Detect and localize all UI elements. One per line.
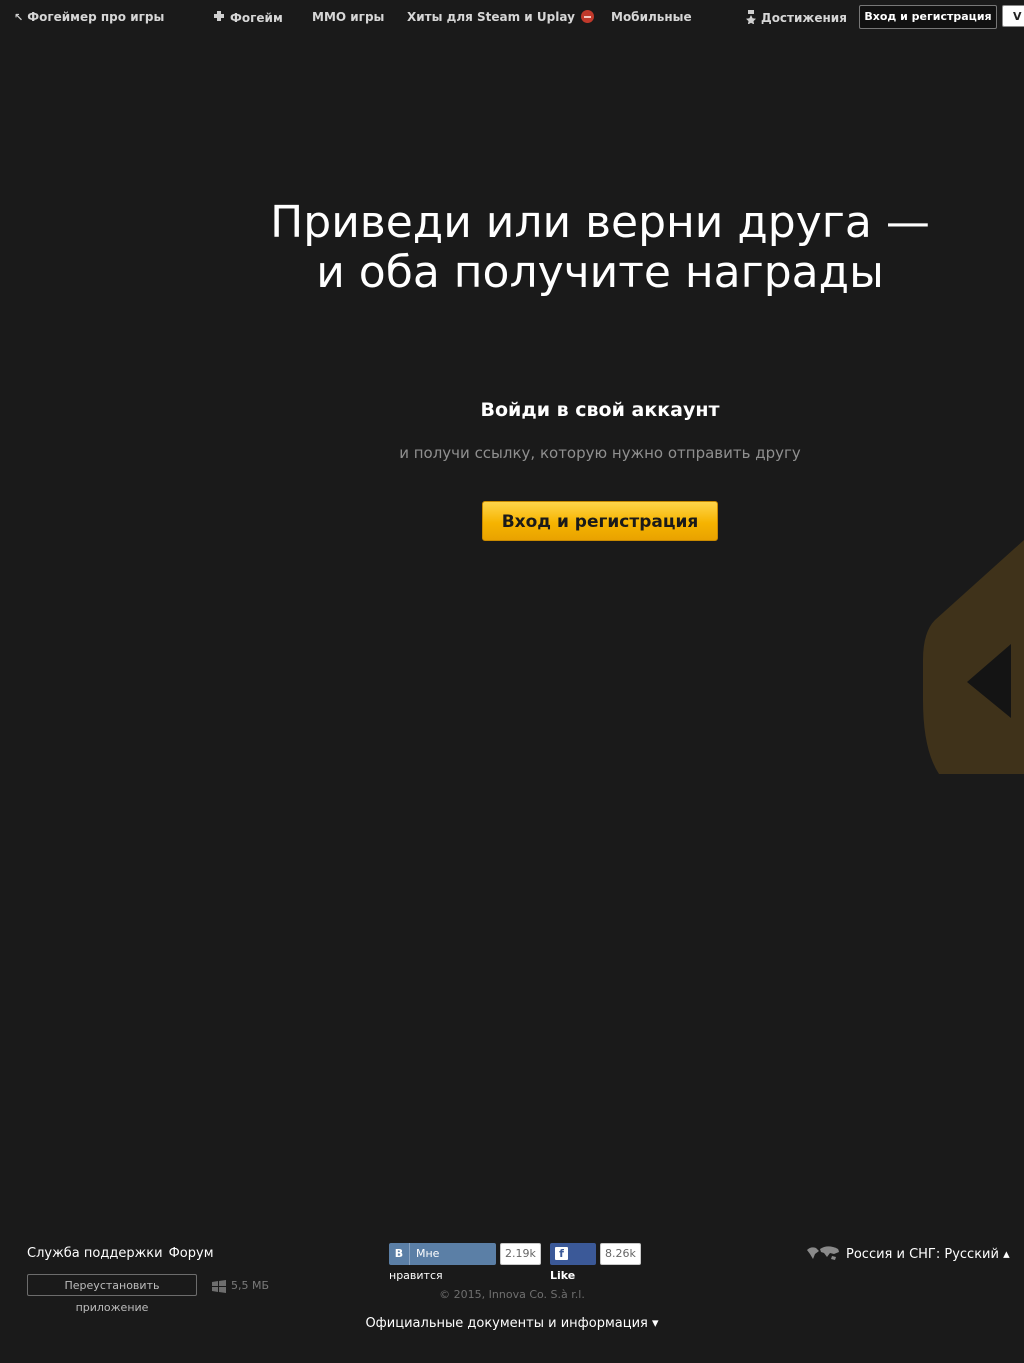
login-register-top-button[interactable]: Вход и регистрация: [859, 5, 997, 29]
region-language-label: Россия и СНГ: Русский ▴: [846, 1247, 1010, 1262]
nav-item-achievements-label: Достижения: [761, 11, 847, 25]
official-docs-link[interactable]: Официальные документы и информация ▾: [330, 1316, 694, 1331]
nav-item-mobile[interactable]: Мобильные: [611, 10, 692, 24]
region-language-selector[interactable]: Россия и СНГ: Русский ▴: [806, 1245, 1010, 1265]
login-heading: Войди в свой аккаунт: [480, 399, 720, 421]
app-size: 5,5 МБ: [231, 1279, 270, 1292]
fb-like-button[interactable]: f Like: [550, 1243, 596, 1282]
nav-item-steam-uplay-label: Хиты для Steam и Uplay: [407, 10, 575, 24]
login-register-button[interactable]: Вход и регистрация: [482, 501, 718, 541]
top-nav: ↖ Фогеймер про игры Фогейм ММО игры Хиты …: [0, 0, 1024, 36]
back-link[interactable]: ↖ Фогеймер про игры: [14, 10, 164, 24]
reinstall-app-button[interactable]: Переустановить приложение: [27, 1274, 197, 1314]
vk-like-button[interactable]: В Мне нравится: [389, 1243, 496, 1282]
notification-badge-icon: [580, 10, 594, 23]
nav-item-steam-uplay[interactable]: Хиты для Steam и Uplay: [407, 10, 594, 24]
nav-item-fogame[interactable]: Фогейм: [212, 10, 283, 27]
page-title-line-1: Приведи или верни друга —: [270, 197, 930, 248]
nav-item-achievements[interactable]: Достижения: [745, 10, 847, 27]
windows-icon: [212, 1278, 226, 1297]
forum-link[interactable]: Форум: [169, 1246, 214, 1261]
arrow-up-left-icon: ↖: [14, 11, 24, 24]
fb-like-label: Like: [550, 1269, 576, 1282]
nav-item-mobile-label: Мобильные: [611, 10, 692, 24]
nav-item-mmo-label: ММО игры: [312, 10, 385, 24]
nav-item-fogame-label: Фогейм: [230, 11, 283, 25]
page-title: Приведи или верни друга — и оба получите…: [230, 198, 970, 298]
copyright: © 2015, Innova Co. S.à r.l.: [439, 1288, 585, 1301]
vk-like-count: 2.19k: [500, 1243, 541, 1265]
vk-corner-button[interactable]: V: [1002, 5, 1024, 27]
puzzle-icon: [212, 10, 226, 27]
nav-item-mmo[interactable]: ММО игры: [312, 10, 384, 24]
decorative-arrow-shape: [915, 500, 1024, 784]
medal-icon: [745, 10, 757, 27]
world-map-icon: [806, 1245, 840, 1265]
back-link-label: Фогеймер про игры: [27, 10, 165, 24]
fb-like-count: 8.26k: [600, 1243, 641, 1265]
facebook-logo-icon: f: [555, 1247, 568, 1260]
support-link[interactable]: Служба поддержки: [27, 1246, 163, 1261]
footer-links: Служба поддержки Форум: [27, 1246, 220, 1261]
vk-logo-icon: В: [389, 1243, 410, 1265]
page-title-line-2: и оба получите награды: [316, 247, 884, 298]
login-subtext: и получи ссылку, которую нужно отправить…: [399, 444, 801, 462]
